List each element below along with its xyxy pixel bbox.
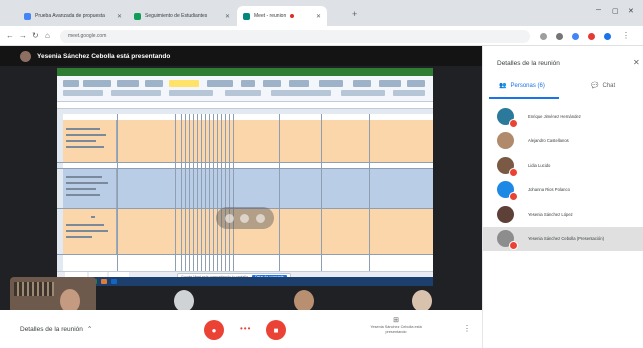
participant-name: Johanna Rios Polanco	[528, 187, 570, 193]
extension-icon[interactable]	[588, 33, 595, 40]
url-field[interactable]: meet.google.com	[60, 30, 530, 43]
presenter-banner: Yesenia Sánchez Cebolla está presentando	[0, 46, 482, 66]
list-item[interactable]: Alejandro Castellanos	[483, 129, 643, 154]
mic-muted-icon	[509, 118, 518, 128]
participant-tile[interactable]	[160, 290, 208, 312]
mic-icon[interactable]	[240, 213, 250, 223]
participant-name: Lidia Lucido	[528, 162, 551, 168]
meet-favicon-icon	[243, 12, 250, 20]
forward-icon[interactable]: →	[19, 31, 27, 41]
new-tab-icon[interactable]: +	[352, 9, 357, 19]
avatar	[497, 107, 518, 128]
excel-ribbon-tabs	[57, 68, 433, 76]
camera-off-button[interactable]: ■	[266, 320, 286, 340]
participant-name: Alejandro Castellanos	[528, 138, 569, 144]
back-icon[interactable]: ←	[6, 31, 14, 41]
more-icon[interactable]	[255, 213, 265, 223]
side-panel-title: Detalles de la reunión	[497, 60, 560, 67]
chevron-up-icon: ⌃	[86, 326, 93, 333]
people-icon: 👥	[499, 83, 507, 89]
participant-tile[interactable]	[398, 290, 446, 312]
profile-avatar-icon[interactable]	[604, 33, 611, 40]
mic-off-icon: ●	[211, 325, 217, 335]
taskbar-app-icon[interactable]	[111, 279, 117, 284]
avatar	[497, 181, 518, 202]
tab-chat-label: Chat	[602, 82, 616, 89]
chat-icon: 💬	[591, 83, 599, 89]
participant-tile[interactable]	[280, 290, 328, 312]
browser-tab-title: Prueba Avanzada de propuesta	[35, 13, 105, 19]
self-view-tile[interactable]	[10, 277, 96, 310]
avatar	[497, 205, 514, 223]
home-icon[interactable]: ⌂	[45, 31, 50, 41]
browser-tab-meet[interactable]: Meet - reunion ✕	[237, 6, 327, 26]
meeting-details-label: Detalles de la reunión	[20, 325, 83, 333]
avatar	[20, 50, 31, 62]
avatar	[497, 132, 514, 150]
list-item[interactable]: Yesenia Sánchez López	[483, 202, 643, 227]
browser-tab-bar: Prueba Avanzada de propuesta ✕ Seguimien…	[0, 0, 643, 26]
browser-menu-icon[interactable]: ⋮	[622, 31, 630, 41]
excel-row	[57, 168, 433, 208]
tab-people-label: Personas (6)	[510, 82, 545, 89]
participant-name: Enrique Jiménez Hernández	[528, 113, 581, 119]
active-tab-indicator	[489, 97, 559, 99]
list-item[interactable]: Yesenia Sánchez Cebolla (Presentación)	[483, 226, 643, 251]
tab-chat[interactable]: 💬 Chat	[591, 82, 616, 90]
end-call-icon[interactable]: •••	[240, 324, 251, 333]
browser-tab-title: Meet - reunion	[254, 13, 287, 19]
sheet-favicon-icon	[134, 12, 141, 20]
browser-tab-1[interactable]: Prueba Avanzada de propuesta ✕	[18, 6, 128, 26]
avatar	[497, 156, 518, 177]
extension-icon[interactable]	[572, 33, 579, 40]
presenter-banner-text: Yesenia Sánchez Cebolla está presentando	[37, 52, 171, 60]
list-item[interactable]: Johanna Rios Polanco	[483, 178, 643, 203]
address-bar: ← → ↻ ⌂ meet.google.com ⋮	[0, 26, 643, 46]
mic-muted-icon	[509, 241, 518, 251]
floating-presentation-controls[interactable]	[216, 207, 274, 229]
camera-off-icon: ■	[273, 325, 279, 335]
windows-taskbar	[57, 277, 433, 286]
close-icon[interactable]: ✕	[633, 58, 640, 67]
excel-formula-bar	[57, 102, 433, 109]
browser-tab-2[interactable]: Seguimiento de Estudiantes ✕	[128, 6, 236, 26]
pin-icon[interactable]	[225, 213, 235, 223]
participant-name: Yesenia Sánchez López	[528, 211, 573, 217]
mic-off-button[interactable]: ●	[204, 320, 224, 340]
side-panel: Detalles de la reunión ✕ 👥 Personas (6) …	[482, 46, 643, 348]
shared-screen: Google Meet está compartiendo tu pantall…	[57, 68, 433, 286]
excel-row	[57, 120, 433, 162]
taskbar-app-icon[interactable]	[101, 279, 107, 284]
meeting-details-button[interactable]: Detalles de la reunión ⌃	[20, 325, 93, 334]
excel-grid	[57, 114, 433, 271]
reload-icon[interactable]: ↻	[32, 31, 39, 41]
more-options-icon[interactable]: ⋮	[463, 324, 471, 333]
present-screen-icon: ⊞	[393, 317, 399, 324]
window-close-icon[interactable]: ✕	[628, 7, 634, 15]
participant-name: Yesenia Sánchez Cebolla (Presentación)	[528, 236, 604, 242]
meet-bottom-bar: Detalles de la reunión ⌃ ● ••• ■ ⊞ Yesen…	[0, 310, 482, 348]
close-icon[interactable]: ✕	[117, 13, 122, 20]
minimize-icon[interactable]: ─	[596, 7, 601, 14]
mic-muted-icon	[509, 192, 518, 202]
presenting-label: Yesenia Sánchez Cebolla está presentando	[370, 325, 422, 334]
list-item[interactable]: Enrique Jiménez Hernández	[483, 104, 643, 129]
browser-tab-title: Seguimiento de Estudiantes	[145, 13, 208, 19]
presenting-indicator[interactable]: ⊞ Yesenia Sánchez Cebolla está presentan…	[370, 316, 422, 344]
meet-stage: Yesenia Sánchez Cebolla está presentando	[0, 46, 482, 312]
mic-muted-icon	[509, 167, 518, 177]
extension-icon[interactable]	[556, 33, 563, 40]
doc-favicon-icon	[24, 12, 31, 20]
maximize-icon[interactable]: ▢	[612, 7, 619, 15]
participant-list: Enrique Jiménez Hernández Alejandro Cast…	[483, 104, 643, 251]
extension-icon[interactable]	[540, 33, 547, 40]
recording-dot-icon	[290, 14, 295, 18]
tab-people[interactable]: 👥 Personas (6)	[499, 82, 545, 90]
close-icon[interactable]: ✕	[225, 13, 230, 20]
list-item[interactable]: Lidia Lucido	[483, 153, 643, 178]
close-icon[interactable]: ✕	[316, 13, 321, 20]
avatar	[497, 230, 518, 251]
excel-ribbon	[57, 76, 433, 102]
